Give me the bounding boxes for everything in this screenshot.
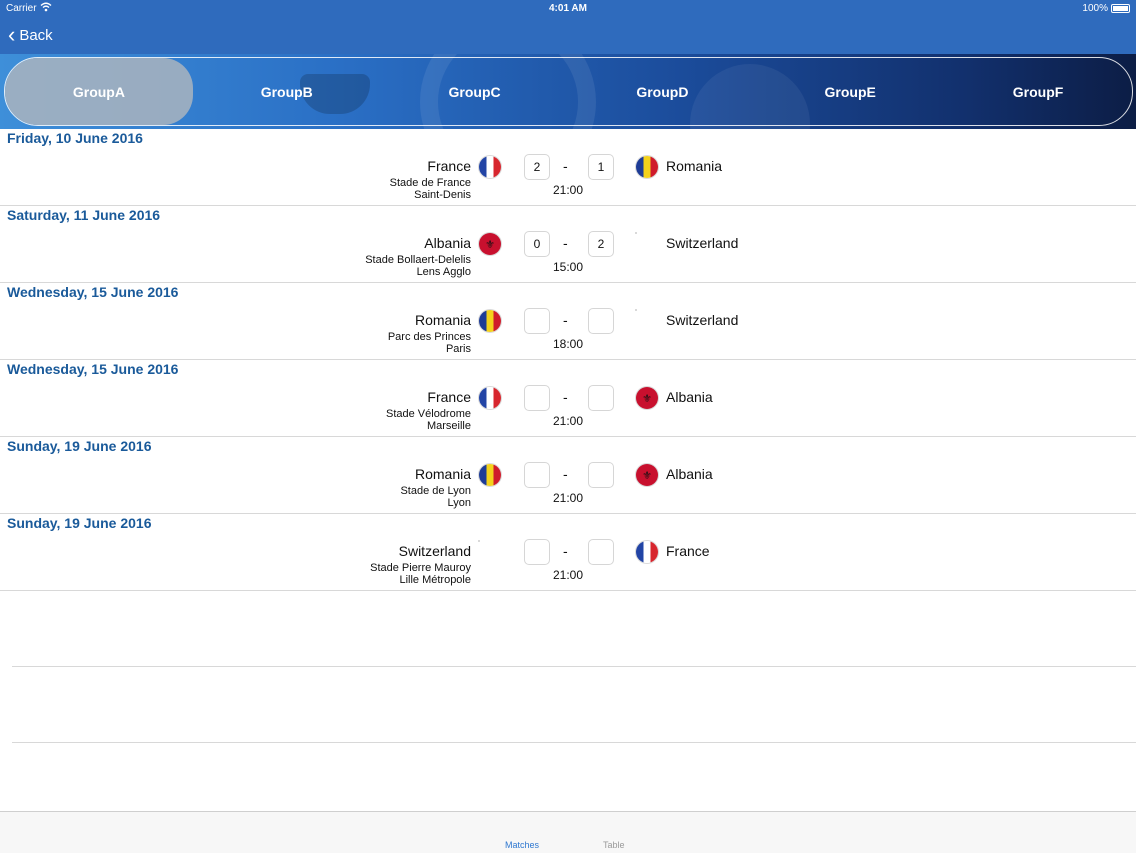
romania-flag-icon <box>479 464 501 486</box>
tab-group-d[interactable]: GroupD <box>568 58 756 125</box>
away-score <box>588 539 614 565</box>
away-team: Albania <box>666 466 713 482</box>
france-flag-icon <box>636 541 658 563</box>
home-score <box>524 539 550 565</box>
back-button[interactable]: ‹ Back <box>8 24 53 46</box>
away-score <box>588 308 614 334</box>
match-row[interactable]: Wednesday, 15 June 2016 Romania Parc des P… <box>0 283 1136 360</box>
match-row[interactable]: Sunday, 19 June 2016 Romania Stade de Lyon… <box>0 437 1136 514</box>
match-date: Saturday, 11 June 2016 <box>7 207 161 223</box>
home-score <box>524 462 550 488</box>
empty-row <box>12 591 1136 667</box>
stadium-name: Stade Bollaert-Delelis <box>365 254 471 266</box>
home-score: 2 <box>524 154 550 180</box>
tab-matches[interactable]: Matches <box>505 840 539 850</box>
home-team: France <box>427 158 471 174</box>
france-flag-icon <box>479 387 501 409</box>
tab-group-c[interactable]: GroupC <box>381 58 569 125</box>
score-separator: - <box>563 312 568 328</box>
tab-group-f[interactable]: GroupF <box>944 58 1132 125</box>
stadium-name: Stade Vélodrome <box>386 408 471 420</box>
city-name: Lens Agglo <box>416 266 471 278</box>
city-name: Lyon <box>447 497 471 509</box>
match-date: Wednesday, 15 June 2016 <box>7 361 179 377</box>
score-separator: - <box>563 158 568 174</box>
stadium-name: Stade de France <box>389 177 471 189</box>
home-team: Romania <box>414 466 471 482</box>
match-row[interactable]: Sunday, 19 June 2016 Switzerland Stade Pie… <box>0 514 1136 591</box>
battery-percentage: 100% <box>1082 3 1108 14</box>
empty-row <box>12 743 1136 819</box>
score-separator: - <box>563 543 568 559</box>
home-team: France <box>427 389 471 405</box>
albania-flag-icon: ⚜ <box>636 464 658 486</box>
stadium-name: Parc des Princes <box>387 331 471 343</box>
away-score: 1 <box>588 154 614 180</box>
empty-row <box>12 667 1136 743</box>
tab-table[interactable]: Table <box>603 840 625 850</box>
score-separator: - <box>563 466 568 482</box>
venue: Stade Bollaert-Delelis Lens Agglo <box>365 254 471 278</box>
city-name: Lille Métropole <box>399 574 471 586</box>
status-bar: Carrier 4:01 AM 100% <box>0 0 1136 18</box>
match-date: Friday, 10 June 2016 <box>7 130 143 146</box>
home-score <box>524 308 550 334</box>
navigation-bar: Carrier 4:01 AM 100% ‹ Back <box>0 0 1136 54</box>
venue: Stade Pierre Mauroy Lille Métropole <box>370 562 471 586</box>
match-row[interactable]: Friday, 10 June 2016 France Stade de Franc… <box>0 129 1136 206</box>
match-list: Friday, 10 June 2016 France Stade de Franc… <box>0 129 1136 819</box>
home-team: Romania <box>414 312 471 328</box>
city-name: Saint-Denis <box>414 189 471 201</box>
city-name: Marseille <box>426 420 471 432</box>
romania-flag-icon <box>636 156 658 178</box>
albania-flag-icon: ⚜ <box>479 233 501 255</box>
france-flag-icon <box>479 156 501 178</box>
tab-bar: Matches Table <box>0 811 1136 853</box>
match-date: Sunday, 19 June 2016 <box>7 438 152 454</box>
venue: Stade de Lyon Lyon <box>400 485 471 509</box>
venue: Stade Vélodrome Marseille <box>386 408 471 432</box>
score-separator: - <box>563 389 568 405</box>
match-date: Wednesday, 15 June 2016 <box>7 284 179 300</box>
group-selector: GroupA GroupB GroupC GroupD GroupE GroupF <box>4 57 1133 126</box>
away-score <box>588 462 614 488</box>
chevron-left-icon: ‹ <box>8 22 16 47</box>
away-team: France <box>666 543 710 559</box>
stadium-name: Stade Pierre Mauroy <box>370 562 471 574</box>
match-row[interactable]: Wednesday, 15 June 2016 France Stade Vélod… <box>0 360 1136 437</box>
home-team: Switzerland <box>398 543 471 559</box>
clock: 4:01 AM <box>549 3 587 14</box>
away-team: Switzerland <box>666 235 739 251</box>
away-team: Switzerland <box>666 312 739 328</box>
kickoff-time: 21:00 <box>552 414 584 428</box>
away-score <box>588 385 614 411</box>
home-team: Albania <box>424 235 471 251</box>
home-score: 0 <box>524 231 550 257</box>
group-banner: GroupA GroupB GroupC GroupD GroupE GroupF <box>0 54 1136 129</box>
tab-group-a[interactable]: GroupA <box>5 58 193 125</box>
kickoff-time: 21:00 <box>552 568 584 582</box>
back-label: Back <box>19 26 53 44</box>
away-score: 2 <box>588 231 614 257</box>
away-team: Romania <box>666 158 723 174</box>
tab-group-e[interactable]: GroupE <box>756 58 944 125</box>
stadium-name: Stade de Lyon <box>400 485 471 497</box>
venue: Parc des Princes Paris <box>388 331 471 355</box>
city-name: Paris <box>445 343 471 355</box>
match-date: Sunday, 19 June 2016 <box>7 515 152 531</box>
match-row[interactable]: Saturday, 11 June 2016 Albania Stade Bolla… <box>0 206 1136 283</box>
home-score <box>524 385 550 411</box>
away-team: Albania <box>666 389 713 405</box>
kickoff-time: 15:00 <box>552 260 584 274</box>
venue: Stade de France Saint-Denis <box>390 177 471 201</box>
albania-flag-icon: ⚜ <box>636 387 658 409</box>
kickoff-time: 18:00 <box>552 337 584 351</box>
tab-group-b[interactable]: GroupB <box>193 58 381 125</box>
battery-icon <box>1111 4 1130 13</box>
kickoff-time: 21:00 <box>552 183 584 197</box>
kickoff-time: 21:00 <box>552 491 584 505</box>
romania-flag-icon <box>479 310 501 332</box>
score-separator: - <box>563 235 568 251</box>
